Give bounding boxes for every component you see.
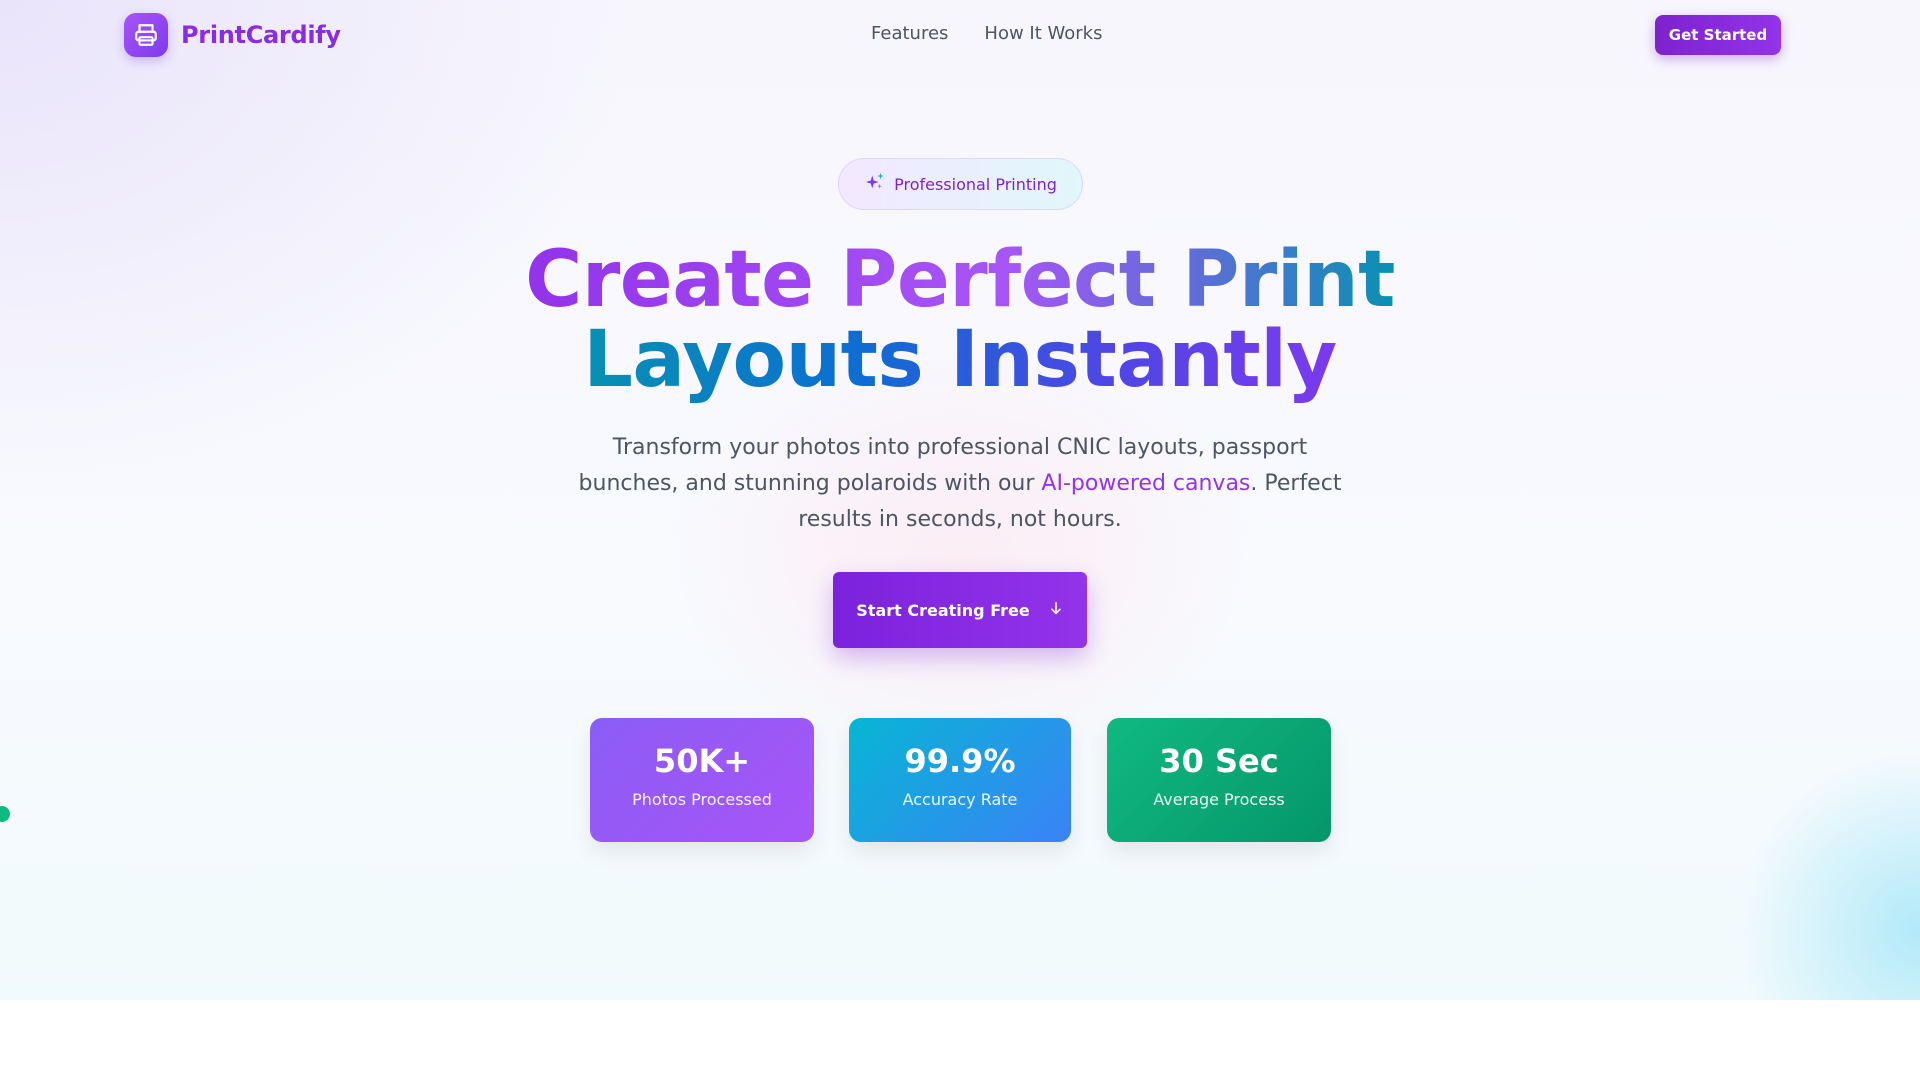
headline-line-1: Create Perfect Print (525, 235, 1395, 325)
badge-label: Professional Printing (894, 174, 1057, 194)
stat-value: 30 Sec (1159, 742, 1279, 780)
get-started-button[interactable]: Get Started (1655, 15, 1781, 55)
brand-logo[interactable]: PrintCardify (124, 13, 341, 57)
professional-printing-badge: Professional Printing (838, 158, 1083, 210)
nav-links: Features How It Works (871, 23, 1102, 44)
cta-label: Start Creating Free (856, 600, 1030, 620)
stat-label: Photos Processed (632, 790, 772, 809)
stat-card-photos-processed: 50K+ Photos Processed (590, 718, 814, 842)
arrow-down-icon (1048, 600, 1064, 620)
nav-link-how-it-works[interactable]: How It Works (984, 23, 1102, 44)
subtext-highlight: AI-powered canvas (1041, 471, 1251, 496)
printer-icon (124, 13, 168, 57)
stat-card-average-process: 30 Sec Average Process (1107, 718, 1331, 842)
stat-value: 99.9% (904, 742, 1016, 780)
stat-label: Average Process (1153, 790, 1285, 809)
stat-card-accuracy-rate: 99.9% Accuracy Rate (849, 718, 1071, 842)
top-nav: PrintCardify Features How It Works Get S… (0, 0, 1920, 70)
hero-headline: Create Perfect Print Layouts Instantly (0, 240, 1920, 400)
nav-link-features[interactable]: Features (871, 23, 948, 44)
hero-subtext: Transform your photos into professional … (560, 430, 1360, 538)
sparkles-icon (864, 171, 886, 198)
brand-name: PrintCardify (181, 21, 341, 49)
start-creating-button[interactable]: Start Creating Free (833, 572, 1087, 648)
stat-value: 50K+ (653, 742, 751, 780)
stat-label: Accuracy Rate (902, 790, 1018, 809)
headline-line-2: Layouts Instantly (583, 315, 1337, 405)
